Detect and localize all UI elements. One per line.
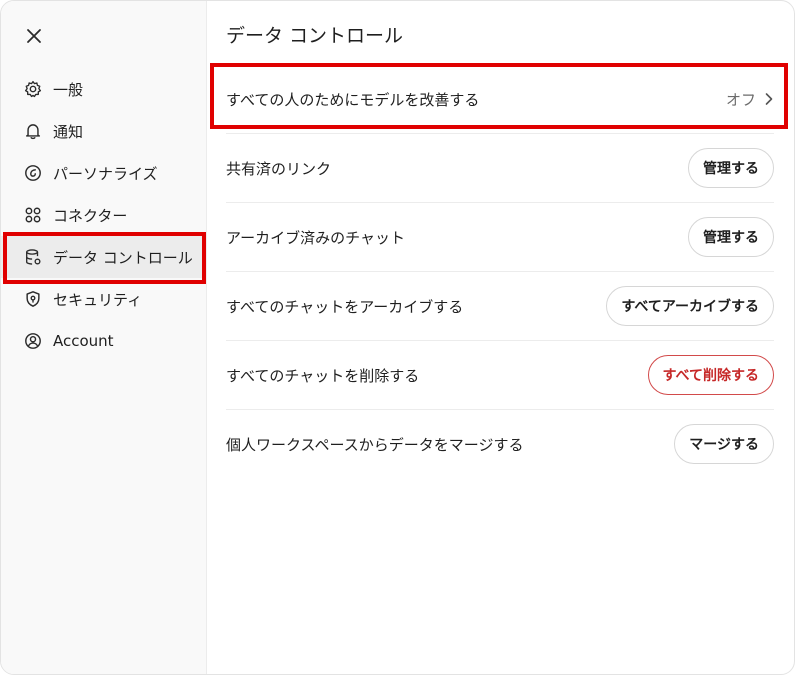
row-label: 共有済のリンク [226,159,332,178]
sidebar-item-label: Account [53,332,114,350]
settings-row-delete-all: すべてのチャットを削除する すべて削除する [226,341,774,410]
settings-content: データ コントロール すべての人のためにモデルを改善する オフ 共有済のリンク … [207,1,794,674]
database-icon [23,247,43,267]
sidebar-item-connectors[interactable]: コネクター [1,194,206,236]
sidebar-item-label: セキュリティ [53,290,143,309]
settings-row-shared-links: 共有済のリンク 管理する [226,134,774,203]
setting-value: オフ [725,90,756,109]
sidebar-item-label: パーソナライズ [53,164,158,183]
row-label: すべてのチャットを削除する [226,366,420,385]
settings-dialog: 一般 通知 パーソナライズ コネクター データ コントロール セキュリティ Ac… [0,0,795,675]
page-title: データ コントロール [226,25,404,47]
close-icon [27,29,41,43]
settings-nav: 一般 通知 パーソナライズ コネクター データ コントロール セキュリティ Ac… [1,68,206,362]
row-label: 個人ワークスペースからデータをマージする [226,435,524,454]
settings-row-archived-chats: アーカイブ済みのチャット 管理する [226,203,774,272]
close-button[interactable] [23,25,45,47]
settings-row-archive-all: すべてのチャットをアーカイブする すべてアーカイブする [226,272,774,341]
row-label: アーカイブ済みのチャット [226,228,405,247]
sidebar-item-notifications[interactable]: 通知 [1,110,206,152]
archive-all-button[interactable]: すべてアーカイブする [606,286,774,326]
manage-archived-chats-button[interactable]: 管理する [688,217,774,257]
bell-icon [23,121,43,141]
settings-sidebar: 一般 通知 パーソナライズ コネクター データ コントロール セキュリティ Ac… [1,1,207,674]
sidebar-item-label: 通知 [53,122,84,141]
sidebar-item-data-controls[interactable]: データ コントロール [1,236,206,278]
settings-row-improve-model[interactable]: すべての人のためにモデルを改善する オフ [226,65,774,134]
row-label: すべてのチャットをアーカイブする [226,297,464,316]
settings-row-merge-data: 個人ワークスペースからデータをマージする マージする [226,410,774,478]
delete-all-button[interactable]: すべて削除する [647,355,774,395]
sidebar-item-general[interactable]: 一般 [1,68,206,110]
merge-data-button[interactable]: マージする [674,424,774,464]
sidebar-item-label: データ コントロール [53,248,193,267]
row-label: すべての人のためにモデルを改善する [226,90,480,109]
sidebar-item-label: コネクター [53,206,128,225]
shield-icon [23,289,43,309]
improve-model-toggle[interactable]: オフ [726,89,774,110]
sidebar-item-label: 一般 [53,80,84,99]
sidebar-item-security[interactable]: セキュリティ [1,278,206,320]
sidebar-item-account[interactable]: Account [1,320,206,362]
sidebar-item-personalize[interactable]: パーソナライズ [1,152,206,194]
account-icon [23,331,43,351]
gear-icon [23,79,43,99]
connector-icon [23,205,43,225]
chevron-right-icon [765,93,773,105]
manage-shared-links-button[interactable]: 管理する [688,148,774,188]
personalize-icon [23,163,43,183]
